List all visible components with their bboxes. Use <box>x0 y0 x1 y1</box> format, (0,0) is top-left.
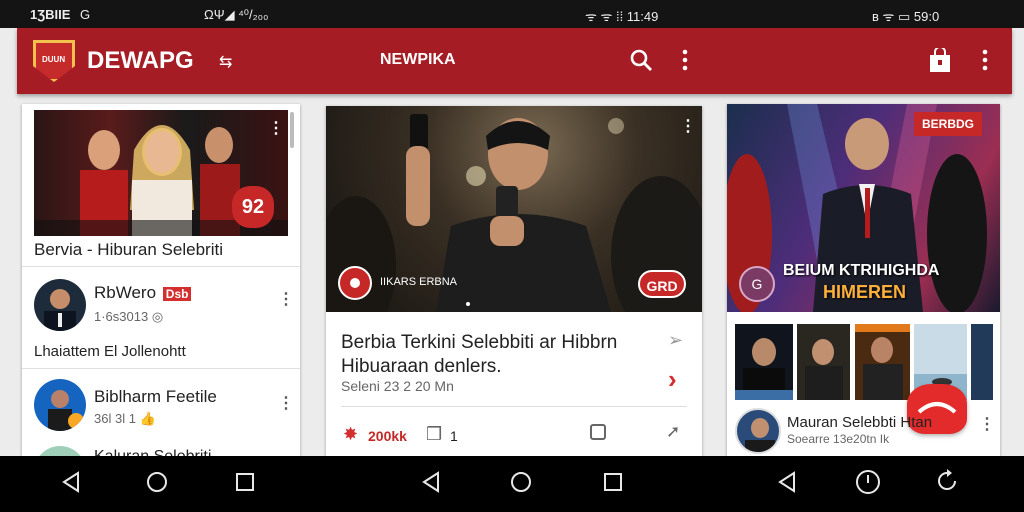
item-more-icon[interactable]: ⋮ <box>278 393 294 413</box>
star-icon[interactable]: ✸ <box>343 424 358 445</box>
item-meta: 36l 3l 1 👍 <box>94 411 156 427</box>
overlay-label: IIKARS ERBNA <box>380 276 458 288</box>
status-bar: 1ƷBIIE G ΩΨ◢ ⁴⁰/₂₀₀ ᯤ ᯤ ⁞⁞ 11:49 ʙ ᯤ ▭ 5… <box>0 0 1024 28</box>
more-vert-icon[interactable] <box>681 48 689 78</box>
thumbnail[interactable] <box>971 324 993 400</box>
left-feed-card: ⋮ 92 Bervia - Hiburan Selebriti RbWero D… <box>22 104 300 456</box>
divider <box>341 406 687 407</box>
avatar[interactable] <box>34 279 86 331</box>
thumbnail[interactable] <box>735 324 793 400</box>
celebrity-group-image[interactable]: ⋮ 92 <box>34 110 288 236</box>
event-hero-image[interactable]: BERBDG G BEIUM KTRIHIGHDA HIMEREN <box>727 104 1000 312</box>
image-count-badge: 92 <box>232 186 274 228</box>
brand-logo[interactable]: DUUN <box>33 40 75 82</box>
shopping-bag-icon[interactable] <box>929 46 951 78</box>
thumbnail[interactable] <box>797 324 850 400</box>
bookmark-icon[interactable] <box>590 424 606 440</box>
logo-text: DUUN <box>42 55 66 64</box>
home-icon[interactable] <box>146 471 168 498</box>
card-title[interactable]: Bervia - Hiburan Selebriti <box>34 240 223 260</box>
like-count: 200kk <box>368 428 407 444</box>
item-name-text: RbWero <box>94 283 157 302</box>
status-signal-left: ΩΨ◢ ⁴⁰/₂₀₀ <box>204 7 269 22</box>
item-name[interactable]: Mauran Selebbti Htan <box>787 414 932 431</box>
featured-article-card[interactable]: ⋮ IIKARS ERBNA GRD Berbia Terkini Selebb… <box>326 106 702 456</box>
item-meta-text: 1·6s3013 <box>94 309 149 324</box>
status-signal-right: ʙ ᯤ ▭ 59:0 <box>872 9 940 24</box>
image-more-icon[interactable]: ⋮ <box>680 116 696 136</box>
headline[interactable]: Berbia Terkini Selebbiti ar Hibbrn <box>341 332 617 354</box>
status-signal-mid: ᯤ ᯤ ⁞⁞ 11:49 <box>585 9 659 24</box>
chevron-right-icon[interactable]: › <box>668 364 677 395</box>
image-more-icon[interactable]: ⋮ <box>268 118 284 138</box>
list-item[interactable]: Kaluran Selebriti <box>22 438 300 456</box>
send-icon[interactable]: ➚ <box>666 422 680 442</box>
item-more-icon[interactable]: ⋮ <box>979 414 995 434</box>
item-more-icon[interactable]: ⋮ <box>278 289 294 309</box>
thumbnail[interactable] <box>855 324 910 400</box>
headline-line-2[interactable]: Hibuaraan denlers. <box>341 356 502 378</box>
item-meta: 1·6s3013 ◎ <box>94 309 163 325</box>
category-tag[interactable]: BERBDG <box>914 112 983 136</box>
record-icon[interactable] <box>338 266 372 300</box>
item-name: Kaluran Selebriti <box>94 448 211 456</box>
system-navigation-bar <box>0 456 1024 512</box>
hero-title: BEIUM KTRIHIGHDA <box>783 262 940 279</box>
play-button[interactable]: G <box>739 266 775 302</box>
home-icon[interactable] <box>510 471 532 498</box>
share-icon[interactable]: ➢ <box>668 330 683 351</box>
home-icon[interactable] <box>855 469 881 500</box>
item-meta: Soearre 13e20tn Ik <box>787 432 890 446</box>
image-badge: GRD <box>638 270 686 298</box>
article-meta: Seleni 23 2 20 Mn <box>341 378 454 394</box>
avatar[interactable] <box>34 379 86 431</box>
search-icon[interactable] <box>629 48 653 78</box>
thumb-up-icon: 👍 <box>139 411 156 426</box>
item-description: Lhaiattem El Jollenohtt <box>34 343 186 360</box>
app-title: DEWAPG <box>87 47 194 74</box>
carousel-dot[interactable] <box>466 302 470 306</box>
comment-count: 1 <box>450 428 458 444</box>
comment-icon[interactable]: ❒ <box>426 424 442 445</box>
list-item[interactable]: Biblharm Feetile 36l 3l 1 👍 ⋮ <box>22 368 300 444</box>
right-feed-card: BERBDG G BEIUM KTRIHIGHDA HIMEREN Mauran… <box>727 104 1000 456</box>
back-icon[interactable] <box>420 471 442 498</box>
list-item[interactable]: RbWero Dsb 1·6s3013 ◎ ⋮ Lhaiattem El Jol… <box>22 266 300 362</box>
refresh-icon[interactable] <box>935 469 959 498</box>
back-icon[interactable] <box>60 471 82 498</box>
item-name: RbWero Dsb <box>94 283 192 303</box>
avatar[interactable] <box>735 408 781 454</box>
recents-icon[interactable] <box>602 471 624 498</box>
item-name: Biblharm Feetile <box>94 387 217 406</box>
back-icon[interactable] <box>776 471 798 498</box>
avatar[interactable] <box>34 446 86 456</box>
status-indicator: G <box>80 7 91 22</box>
section-title: NEWPIKA <box>380 51 456 68</box>
scrollbar[interactable] <box>290 112 294 148</box>
recents-icon[interactable] <box>234 471 256 498</box>
status-time: 1ƷBIIE <box>30 7 71 22</box>
featured-article-image[interactable]: ⋮ IIKARS ERBNA GRD <box>326 106 702 312</box>
item-meta-text: 36l 3l 1 <box>94 411 136 426</box>
chevron-down-icon[interactable]: ⇆ <box>219 52 232 72</box>
item-tag: Dsb <box>162 287 192 301</box>
more-vert-icon-right[interactable] <box>981 48 989 78</box>
app-bar: DUUN DEWAPG ⇆ NEWPIKA <box>17 28 1012 94</box>
hero-subtitle: HIMEREN <box>823 282 907 302</box>
clock-icon: ◎ <box>151 309 164 324</box>
